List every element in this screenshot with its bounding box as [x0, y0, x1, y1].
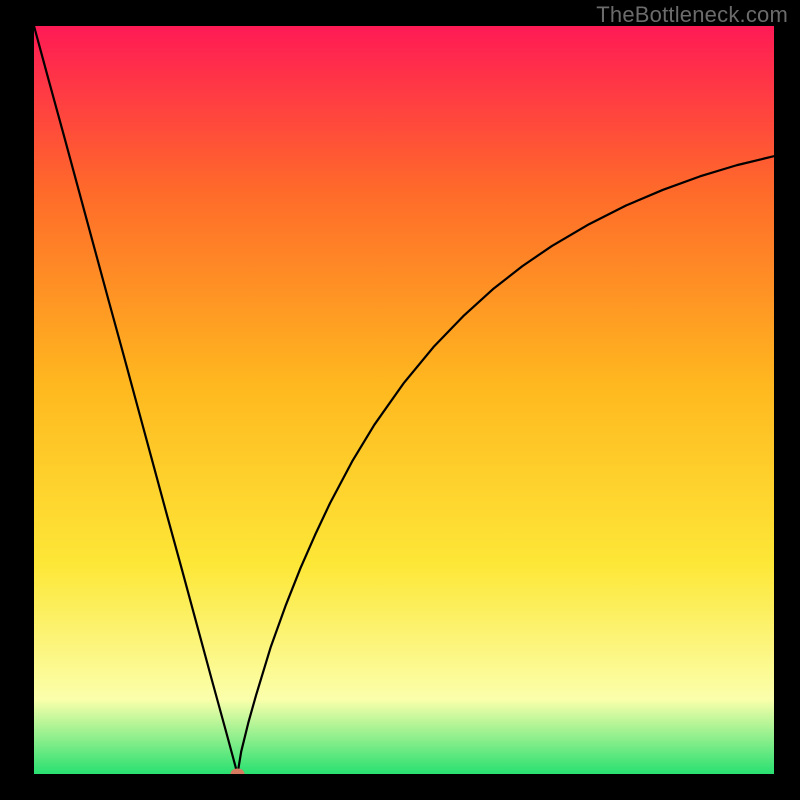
chart-svg: [34, 26, 774, 774]
plot-area: [34, 26, 774, 774]
gradient-background: [34, 26, 774, 774]
watermark-label: TheBottleneck.com: [596, 2, 788, 28]
chart-frame: TheBottleneck.com: [0, 0, 800, 800]
